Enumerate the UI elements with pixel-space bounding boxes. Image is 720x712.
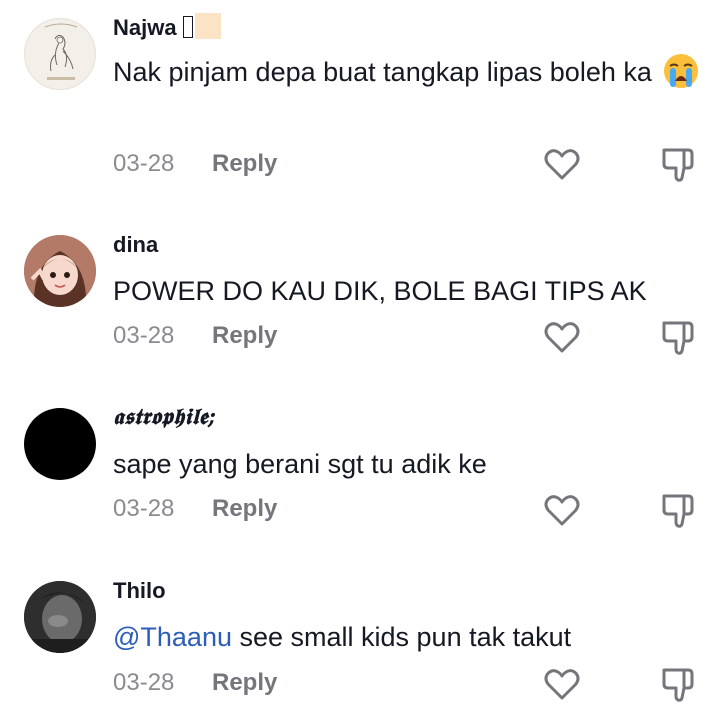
heart-icon	[544, 669, 580, 700]
like-button[interactable]	[542, 664, 582, 704]
thumbs-down-icon	[662, 668, 694, 702]
avatar[interactable]	[24, 581, 96, 653]
comment-text: @Thaanu see small kids pun tak takut	[113, 622, 572, 652]
dislike-button[interactable]	[658, 664, 698, 704]
mention-link[interactable]: @Thaanu	[113, 622, 232, 652]
reply-button[interactable]: Reply	[212, 669, 277, 697]
comment-username[interactable]: Thilo	[113, 578, 166, 604]
comment-item: Thilo @Thaanu see small kids pun tak tak…	[0, 0, 720, 712]
comment-date: 03-28	[113, 669, 175, 696]
